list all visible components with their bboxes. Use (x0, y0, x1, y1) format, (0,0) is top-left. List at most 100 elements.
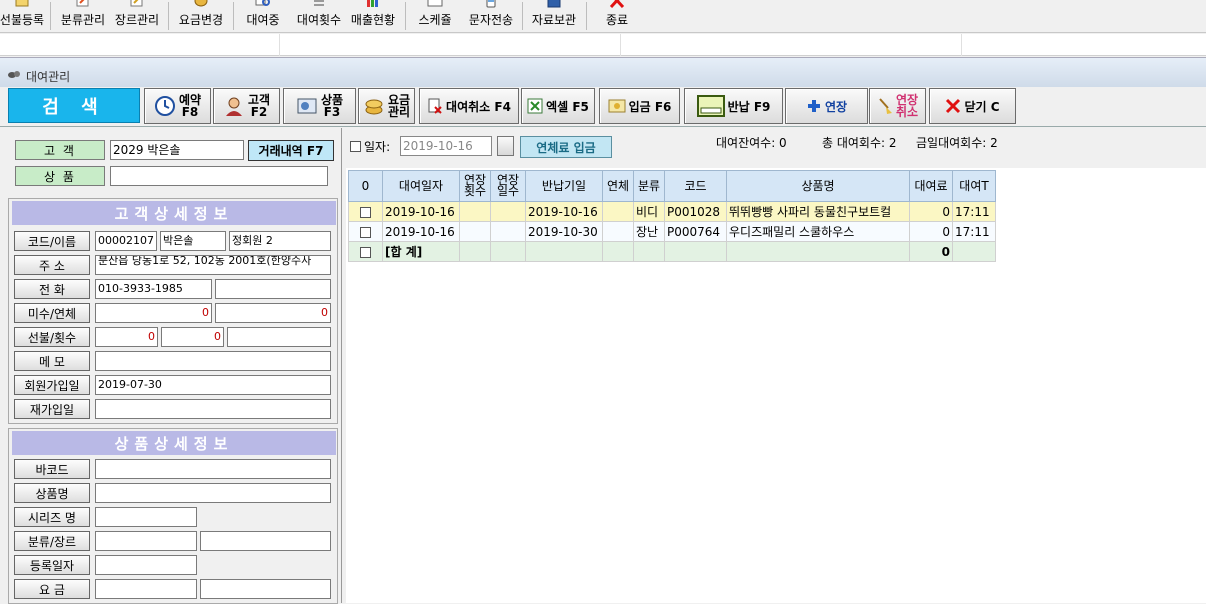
code-name-label: 코드/이름 (14, 231, 90, 251)
plus-icon (807, 100, 820, 112)
row-checkbox[interactable] (360, 246, 371, 258)
deposit-icon (608, 99, 626, 113)
cell-overdue (602, 221, 634, 242)
cell-ext-count (459, 201, 491, 222)
window-title-bar: 대여관리 (0, 57, 1206, 87)
col-fee[interactable]: 대여료 (909, 170, 953, 202)
phone-field[interactable]: 010-3933-1985 (95, 279, 212, 299)
phone2-field[interactable] (215, 279, 331, 299)
close-button[interactable]: 닫기 C (929, 88, 1016, 124)
toolbar-label: 대여중 (246, 13, 280, 27)
cell-rent-date: 2019-10-16 (382, 201, 460, 222)
cancel-rental-button[interactable]: 대여취소 F4 (419, 88, 519, 124)
memo-field[interactable] (95, 351, 331, 371)
customer-code-field[interactable]: 00002107 (95, 231, 157, 251)
toolbar-schedule[interactable]: 스케쥴 (410, 0, 460, 33)
reserve-button[interactable]: 예약 F8 (144, 88, 211, 124)
row-checkbox[interactable] (360, 226, 371, 238)
category-field[interactable] (95, 531, 197, 551)
cell-category: 비디 (633, 201, 665, 222)
customer-grade-field[interactable]: 정회원 2 (229, 231, 331, 251)
product-button[interactable]: 상품 F3 (283, 88, 356, 124)
address-field[interactable]: 분산읍 당동1로 52, 102동 2001호(한양수사 (95, 255, 331, 275)
col-due-date[interactable]: 반납기일 (525, 170, 603, 202)
prepaid-field[interactable]: 0 (95, 327, 158, 347)
toolbar-separator (50, 2, 51, 30)
register-date-field[interactable] (95, 555, 197, 575)
toolbar-separator (168, 2, 169, 30)
toolbar-label: 요금변경 (178, 13, 224, 27)
exit-icon (609, 0, 625, 8)
row-checkbox-cell[interactable] (348, 201, 383, 222)
customer-field-label: 고 객 (15, 140, 105, 160)
excel-button[interactable]: 엑셀 F5 (521, 88, 595, 124)
status-cell (280, 34, 621, 56)
address-label: 주 소 (14, 255, 90, 275)
col-product-name[interactable]: 상품명 (726, 170, 910, 202)
cell-time: 17:11 (952, 221, 996, 242)
row-checkbox[interactable] (360, 206, 371, 218)
overdue-field[interactable]: 0 (215, 303, 331, 323)
product-search-input[interactable] (110, 166, 328, 186)
col-ext-days[interactable]: 연장 일수 (490, 170, 526, 202)
table-row[interactable]: 2019-10-16 2019-10-16 비디 P001028 뛰뛰빵빵 사파… (348, 201, 996, 222)
date-filter-checkbox[interactable] (350, 141, 361, 152)
toolbar-genre-manage[interactable]: 장르관리 (111, 0, 163, 33)
deposit-button[interactable]: 입금 F6 (599, 88, 680, 124)
cancel-extend-button[interactable]: 연장 취소 (869, 88, 926, 124)
date-picker-button[interactable] (497, 136, 514, 156)
col-check[interactable]: 0 (348, 170, 383, 202)
toolbar-renting[interactable]: 대여중 (239, 0, 287, 33)
return-button[interactable]: 반납 F9 (684, 88, 783, 124)
genre-field[interactable] (200, 531, 331, 551)
price-field[interactable] (95, 579, 197, 599)
search-button[interactable]: 검 색 (8, 88, 140, 123)
rejoin-date-field[interactable] (95, 399, 331, 419)
customer-person-icon (225, 97, 242, 116)
customer-search-input[interactable]: 2029 박은솔 (110, 140, 244, 160)
col-code[interactable]: 코드 (664, 170, 727, 202)
table-row[interactable]: 2019-10-16 2019-10-30 장난 P000764 우디즈패밀리 … (348, 221, 996, 242)
col-rent-date[interactable]: 대여일자 (382, 170, 460, 202)
row-checkbox-cell[interactable] (348, 241, 383, 262)
toolbar-sms-send[interactable]: 문자전송 (464, 0, 518, 33)
toolbar-sales-status[interactable]: 매출현황 (346, 0, 400, 33)
coins-icon (365, 99, 383, 115)
toolbar-rental-count[interactable]: 대여횟수 (292, 0, 346, 33)
customer-button[interactable]: 고객 F2 (213, 88, 280, 124)
unpaid-field[interactable]: 0 (95, 303, 212, 323)
toolbar-separator (233, 2, 234, 30)
category-genre-label: 분류/장르 (14, 531, 90, 551)
toolbar-data-archive[interactable]: 자료보관 (527, 0, 581, 33)
toolbar-category-manage[interactable]: 분류관리 (55, 0, 111, 33)
customer-name-field[interactable]: 박은솔 (160, 231, 226, 251)
cell-code: P001028 (664, 201, 727, 222)
price-extra-field[interactable] (200, 579, 331, 599)
summary-cell (525, 241, 603, 262)
toolbar-prepaid-register[interactable]: 선불등록 (0, 0, 46, 33)
prepaid-icon (15, 0, 29, 7)
series-name-field[interactable] (95, 507, 197, 527)
extend-button[interactable]: 연장 (785, 88, 868, 124)
barcode-field[interactable] (95, 459, 331, 479)
col-overdue[interactable]: 연체 (602, 170, 634, 202)
excel-icon (527, 98, 543, 114)
row-checkbox-cell[interactable] (348, 221, 383, 242)
cell-fee: 0 (909, 221, 953, 242)
action-toolbar: 검 색 예약 F8 고객 F2 상품 F3 요금 관리 대여취소 F4 엑셀 F5 입금… (0, 87, 1206, 127)
prepaid-extra-field[interactable] (227, 327, 331, 347)
toolbar-exit[interactable]: 종료 (594, 0, 640, 33)
overdue-pay-button[interactable]: 연체료 입금 (520, 136, 612, 158)
date-input[interactable]: 2019-10-16 (400, 136, 492, 156)
fee-manage-button[interactable]: 요금 관리 (358, 88, 415, 124)
toolbar-fee-change[interactable]: 요금변경 (173, 0, 229, 33)
product-photo-icon (297, 98, 317, 114)
cell-product-name: 뛰뛰빵빵 사파리 동물친구보트컬 (726, 201, 910, 222)
transaction-history-button[interactable]: 거래내역 F7 (248, 140, 334, 161)
join-date-field[interactable]: 2019-07-30 (95, 375, 331, 395)
col-time[interactable]: 대여T (952, 170, 996, 202)
prepaid-count-field[interactable]: 0 (161, 327, 224, 347)
product-name-field[interactable] (95, 483, 331, 503)
col-ext-count[interactable]: 연장 횟수 (459, 170, 491, 202)
col-category[interactable]: 분류 (633, 170, 665, 202)
